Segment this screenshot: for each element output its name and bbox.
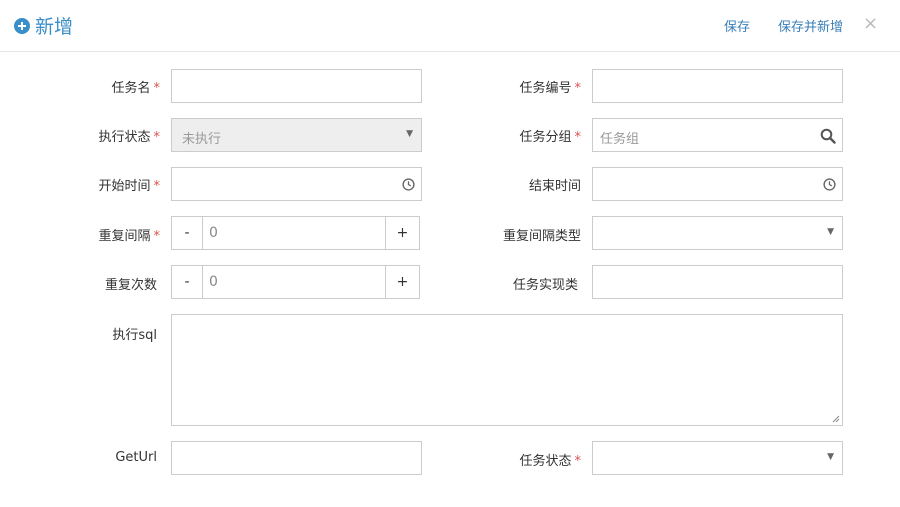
caret-down-icon: ▼ (827, 452, 834, 462)
task-group-input[interactable]: 任务组 (592, 118, 843, 152)
exec-status-label: 执行状态 * (98, 130, 160, 145)
task-status-label: 任务状态 * (519, 454, 581, 469)
save-and-new-button[interactable]: 保存并新增 (778, 16, 843, 35)
task-code-label: 任务编号 * (519, 81, 581, 96)
end-time-label: 结束时间 (528, 179, 581, 194)
exec-sql-textarea[interactable] (171, 314, 843, 426)
dialog-title: 新增 (14, 12, 73, 39)
repeat-count-label: 重复次数 (104, 278, 157, 293)
task-group-label: 任务分组 * (519, 130, 581, 145)
repeat-interval-input[interactable]: 0 (203, 216, 385, 250)
exec-status-value: 未执行 (182, 132, 222, 147)
task-status-select[interactable]: ▼ (592, 441, 843, 475)
repeat-interval-minus-button[interactable]: - (171, 216, 203, 250)
task-name-label: 任务名 * (111, 81, 160, 96)
task-group-placeholder: 任务组 (600, 132, 640, 147)
exec-sql-label: 执行sql (112, 328, 157, 343)
repeat-count-plus-button[interactable]: + (385, 265, 420, 299)
exec-status-select[interactable]: 未执行 ▼ (171, 118, 422, 152)
task-name-input[interactable] (171, 69, 422, 103)
search-icon[interactable] (820, 128, 836, 144)
save-button[interactable]: 保存 (724, 16, 750, 35)
repeat-count-minus-button[interactable]: - (171, 265, 203, 299)
repeat-interval-type-select[interactable]: ▼ (592, 216, 843, 250)
resize-grip-icon[interactable] (832, 415, 840, 423)
task-impl-class-label: 任务实现类 (512, 278, 578, 293)
dialog-header: 新增 保存 保存并新增 × (0, 0, 900, 52)
start-time-label: 开始时间 * (98, 179, 160, 194)
start-time-input[interactable] (171, 167, 422, 201)
task-code-input[interactable] (592, 69, 843, 103)
close-icon[interactable]: × (863, 13, 878, 34)
get-url-input[interactable] (171, 441, 422, 475)
dialog-title-text: 新增 (35, 16, 74, 38)
repeat-interval-plus-button[interactable]: + (385, 216, 420, 250)
end-time-input[interactable] (592, 167, 843, 201)
task-impl-class-input[interactable] (592, 265, 843, 299)
repeat-interval-label: 重复间隔 * (98, 229, 160, 244)
repeat-count-input[interactable]: 0 (203, 265, 385, 299)
caret-down-icon: ▼ (406, 129, 413, 139)
repeat-interval-value: 0 (209, 225, 218, 241)
clock-icon (402, 178, 415, 191)
get-url-label: GetUrl (115, 450, 157, 465)
caret-down-icon: ▼ (827, 227, 834, 237)
repeat-interval-type-label: 重复间隔类型 (502, 229, 581, 244)
clock-icon (823, 178, 836, 191)
repeat-count-value: 0 (209, 274, 218, 290)
plus-circle-icon (14, 17, 30, 34)
